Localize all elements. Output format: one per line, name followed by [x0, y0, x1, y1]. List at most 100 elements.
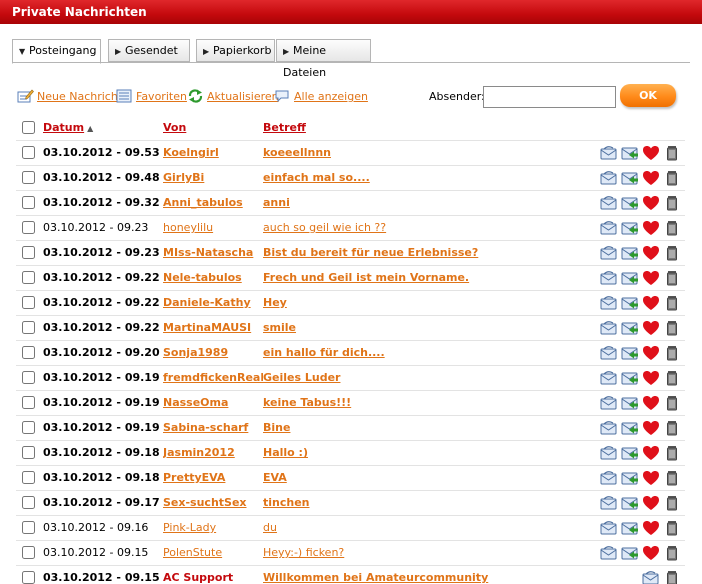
envelope-forward-icon[interactable] — [621, 345, 639, 361]
tab-papierkorb[interactable]: ▶ Papierkorb — [196, 39, 275, 62]
table-row[interactable]: 03.10.2012 - 09.23 MIss-Natascha Bist du b… — [16, 240, 685, 266]
trash-icon[interactable] — [663, 495, 681, 511]
envelope-forward-icon[interactable] — [621, 320, 639, 336]
message-sender-link[interactable]: Sabina-scharf — [163, 421, 248, 434]
message-subject-link[interactable]: ein hallo für dich.... — [263, 346, 385, 359]
trash-icon[interactable] — [663, 470, 681, 486]
heart-icon[interactable] — [642, 395, 660, 411]
row-checkbox[interactable] — [22, 321, 35, 335]
envelope-reply-icon[interactable] — [600, 470, 618, 486]
heart-icon[interactable] — [642, 520, 660, 536]
envelope-forward-icon[interactable] — [621, 520, 639, 536]
trash-icon[interactable] — [663, 345, 681, 361]
heart-icon[interactable] — [642, 345, 660, 361]
message-sender-link[interactable]: PrettyEVA — [163, 471, 225, 484]
trash-icon[interactable] — [663, 245, 681, 261]
row-checkbox[interactable] — [22, 421, 35, 435]
trash-icon[interactable] — [663, 170, 681, 186]
message-subject-link[interactable]: smile — [263, 321, 296, 334]
message-subject-link[interactable]: auch so geil wie ich ?? — [263, 221, 386, 234]
tab-meine-dateien[interactable]: ▶ Meine Dateien — [276, 39, 371, 79]
envelope-forward-icon[interactable] — [621, 195, 639, 211]
tab-posteingang[interactable]: ▼ Posteingang — [12, 39, 101, 64]
envelope-reply-icon[interactable] — [600, 195, 618, 211]
table-row[interactable]: 03.10.2012 - 09.15 PolenStute Heyy:-) fick… — [16, 540, 685, 566]
table-row[interactable]: 03.10.2012 - 09.53 Koelngirl koeeellnnn — [16, 140, 685, 166]
envelope-reply-icon[interactable] — [600, 520, 618, 536]
trash-icon[interactable] — [663, 295, 681, 311]
heart-icon[interactable] — [642, 420, 660, 436]
trash-icon[interactable] — [663, 395, 681, 411]
trash-icon[interactable] — [663, 370, 681, 386]
message-subject-link[interactable]: EVA — [263, 471, 287, 484]
row-checkbox[interactable] — [22, 521, 35, 535]
table-row[interactable]: 03.10.2012 - 09.19 Sabina-scharf Bine — [16, 415, 685, 441]
table-row[interactable]: 03.10.2012 - 09.22 MartinaMAUSI smile — [16, 315, 685, 341]
message-subject-link[interactable]: keine Tabus!!! — [263, 396, 351, 409]
message-subject-link[interactable]: Frech und Geil ist mein Vorname. — [263, 271, 469, 284]
envelope-reply-icon[interactable] — [600, 245, 618, 261]
table-row[interactable]: 03.10.2012 - 09.32 Anni_tabulos anni — [16, 190, 685, 216]
heart-icon[interactable] — [642, 320, 660, 336]
row-checkbox[interactable] — [22, 196, 35, 210]
select-all-checkbox[interactable] — [22, 121, 35, 134]
row-checkbox[interactable] — [22, 296, 35, 310]
envelope-reply-icon[interactable] — [600, 145, 618, 161]
favorites-link[interactable]: Favoriten — [116, 89, 187, 105]
message-subject-link[interactable]: Bist du bereit für neue Erlebnisse? — [263, 246, 478, 259]
trash-icon[interactable] — [663, 220, 681, 236]
table-row[interactable]: 03.10.2012 - 09.16 Pink-Lady du — [16, 515, 685, 541]
table-row[interactable]: 03.10.2012 - 09.15 AC Support Willkommen b… — [16, 565, 685, 584]
refresh-link[interactable]: Aktualisieren — [187, 89, 279, 105]
trash-icon[interactable] — [663, 195, 681, 211]
trash-icon[interactable] — [663, 445, 681, 461]
trash-icon[interactable] — [663, 270, 681, 286]
message-subject-link[interactable]: tinchen — [263, 496, 310, 509]
envelope-forward-icon[interactable] — [621, 295, 639, 311]
table-row[interactable]: 03.10.2012 - 09.48 GirlyBi einfach mal so.… — [16, 165, 685, 191]
heart-icon[interactable] — [642, 220, 660, 236]
row-checkbox[interactable] — [22, 396, 35, 410]
tab-gesendet[interactable]: ▶ Gesendet — [108, 39, 190, 62]
row-checkbox[interactable] — [22, 221, 35, 235]
trash-icon[interactable] — [663, 420, 681, 436]
envelope-reply-icon[interactable] — [600, 495, 618, 511]
table-row[interactable]: 03.10.2012 - 09.20 Sonja1989 ein hallo für… — [16, 340, 685, 366]
message-sender-link[interactable]: fremdfickenReal — [163, 371, 263, 384]
heart-icon[interactable] — [642, 445, 660, 461]
envelope-reply-icon[interactable] — [642, 570, 660, 584]
sort-by-from-header[interactable]: Von — [163, 121, 186, 134]
envelope-reply-icon[interactable] — [600, 420, 618, 436]
heart-icon[interactable] — [642, 470, 660, 486]
message-subject-link[interactable]: Geiles Luder — [263, 371, 340, 384]
envelope-reply-icon[interactable] — [600, 270, 618, 286]
trash-icon[interactable] — [663, 545, 681, 561]
envelope-reply-icon[interactable] — [600, 170, 618, 186]
message-sender-link[interactable]: Anni_tabulos — [163, 196, 243, 209]
envelope-reply-icon[interactable] — [600, 220, 618, 236]
message-subject-link[interactable]: Hey — [263, 296, 287, 309]
message-subject-link[interactable]: Bine — [263, 421, 290, 434]
heart-icon[interactable] — [642, 495, 660, 511]
table-row[interactable]: 03.10.2012 - 09.17 Sex-suchtSex tinchen — [16, 490, 685, 516]
new-message-link[interactable]: Neue Nachricht — [17, 89, 122, 105]
row-checkbox[interactable] — [22, 471, 35, 485]
heart-icon[interactable] — [642, 295, 660, 311]
envelope-forward-icon[interactable] — [621, 470, 639, 486]
row-checkbox[interactable] — [22, 371, 35, 385]
table-row[interactable]: 03.10.2012 - 09.19 fremdfickenReal Geiles … — [16, 365, 685, 391]
message-sender-link[interactable]: PolenStute — [163, 546, 222, 559]
row-checkbox[interactable] — [22, 246, 35, 260]
envelope-reply-icon[interactable] — [600, 370, 618, 386]
message-sender-link[interactable]: honeylilu — [163, 221, 213, 234]
trash-icon[interactable] — [663, 320, 681, 336]
envelope-forward-icon[interactable] — [621, 420, 639, 436]
sender-filter-input[interactable] — [483, 86, 616, 108]
message-subject-link[interactable]: du — [263, 521, 277, 534]
row-checkbox[interactable] — [22, 446, 35, 460]
envelope-reply-icon[interactable] — [600, 295, 618, 311]
envelope-reply-icon[interactable] — [600, 395, 618, 411]
row-checkbox[interactable] — [22, 271, 35, 285]
message-sender-link[interactable]: Sex-suchtSex — [163, 496, 247, 509]
heart-icon[interactable] — [642, 170, 660, 186]
